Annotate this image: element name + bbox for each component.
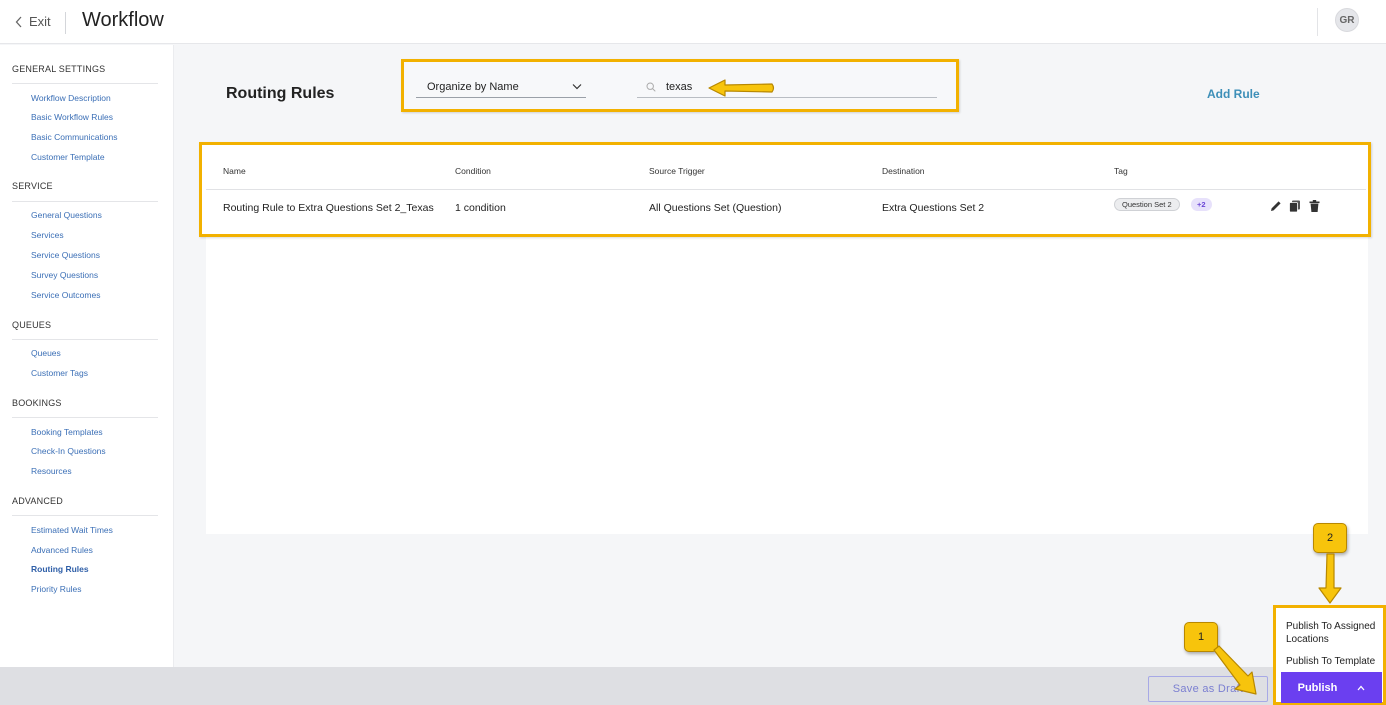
- column-header-condition[interactable]: Condition: [455, 166, 491, 176]
- sidebar: GENERAL SETTINGS Workflow Description Ba…: [0, 45, 174, 667]
- section-divider: [12, 339, 158, 340]
- sidebar-item-services[interactable]: Services: [31, 230, 64, 240]
- duplicate-icon[interactable]: [1288, 199, 1301, 213]
- organize-by-value: Organize by Name: [427, 80, 519, 93]
- top-bar: Exit Workflow GR: [0, 0, 1386, 44]
- exit-button[interactable]: Exit: [15, 14, 51, 29]
- section-divider: [12, 515, 158, 516]
- header-divider: [1317, 8, 1318, 36]
- sidebar-section-general-settings: GENERAL SETTINGS: [12, 64, 106, 74]
- sidebar-item-survey-questions[interactable]: Survey Questions: [31, 270, 98, 280]
- search-value: texas: [666, 80, 693, 93]
- sidebar-item-service-outcomes[interactable]: Service Outcomes: [31, 290, 100, 300]
- column-header-source-trigger[interactable]: Source Trigger: [649, 166, 705, 176]
- sidebar-section-service: SERVICE: [12, 181, 53, 191]
- sidebar-section-advanced: ADVANCED: [12, 496, 63, 506]
- sidebar-item-booking-templates[interactable]: Booking Templates: [31, 427, 103, 437]
- sidebar-item-customer-template[interactable]: Customer Template: [31, 152, 105, 162]
- cell-condition: 1 condition: [455, 202, 506, 214]
- sidebar-item-general-questions[interactable]: General Questions: [31, 210, 102, 220]
- search-input[interactable]: texas: [637, 76, 937, 98]
- save-as-draft-button[interactable]: Save as Draft: [1148, 676, 1268, 702]
- cell-rule-name[interactable]: Routing Rule to Extra Questions Set 2_Te…: [223, 202, 434, 214]
- table-row-divider: [206, 189, 1366, 190]
- edit-icon[interactable]: [1269, 199, 1282, 213]
- page-title: Workflow: [82, 9, 164, 31]
- sidebar-item-resources[interactable]: Resources: [31, 466, 72, 476]
- trash-icon[interactable]: [1308, 199, 1321, 213]
- sidebar-item-advanced-rules[interactable]: Advanced Rules: [31, 545, 93, 555]
- column-header-tag[interactable]: Tag: [1114, 166, 1128, 176]
- sidebar-item-queues[interactable]: Queues: [31, 348, 61, 358]
- sidebar-item-routing-rules[interactable]: Routing Rules: [31, 564, 89, 574]
- chevron-left-icon: [15, 16, 22, 27]
- add-rule-button[interactable]: Add Rule: [1207, 87, 1260, 101]
- menu-item-publish-to-assigned-locations[interactable]: Publish To Assigned Locations: [1286, 620, 1381, 646]
- avatar[interactable]: GR: [1335, 8, 1359, 32]
- section-divider: [12, 417, 158, 418]
- organize-by-select[interactable]: Organize by Name: [416, 76, 586, 98]
- more-tags-badge[interactable]: +2: [1191, 198, 1212, 211]
- step-badge-2: 2: [1313, 523, 1347, 553]
- sidebar-item-customer-tags[interactable]: Customer Tags: [31, 368, 88, 378]
- sidebar-section-bookings: BOOKINGS: [12, 398, 62, 408]
- publish-button[interactable]: Publish: [1281, 672, 1382, 703]
- sidebar-item-workflow-description[interactable]: Workflow Description: [31, 93, 111, 103]
- arrow-down-icon: [1318, 553, 1342, 604]
- step-badge-1: 1: [1184, 622, 1218, 652]
- chevron-up-icon: [1357, 685, 1365, 690]
- sidebar-item-estimated-wait-times[interactable]: Estimated Wait Times: [31, 525, 113, 535]
- sidebar-item-basic-workflow-rules[interactable]: Basic Workflow Rules: [31, 112, 113, 122]
- column-header-name[interactable]: Name: [223, 166, 246, 176]
- routing-rules-heading: Routing Rules: [226, 85, 335, 102]
- sidebar-section-queues: QUEUES: [12, 320, 52, 330]
- cell-destination: Extra Questions Set 2: [882, 202, 985, 214]
- sidebar-item-check-in-questions[interactable]: Check-In Questions: [31, 446, 106, 456]
- sidebar-item-basic-communications[interactable]: Basic Communications: [31, 132, 117, 142]
- section-divider: [12, 201, 158, 202]
- search-icon: [646, 81, 656, 92]
- menu-item-publish-to-template[interactable]: Publish To Template: [1286, 655, 1381, 668]
- cell-source-trigger: All Questions Set (Question): [649, 202, 782, 214]
- title-divider: [65, 12, 66, 34]
- sidebar-item-priority-rules[interactable]: Priority Rules: [31, 584, 82, 594]
- exit-label: Exit: [29, 14, 51, 29]
- pointer-arrow-icon: [708, 79, 775, 97]
- column-header-destination[interactable]: Destination: [882, 166, 925, 176]
- publish-label: Publish: [1297, 681, 1338, 694]
- sidebar-item-service-questions[interactable]: Service Questions: [31, 250, 100, 260]
- section-divider: [12, 83, 158, 84]
- chevron-down-icon: [572, 84, 582, 90]
- tag-badge: Question Set 2: [1114, 198, 1180, 211]
